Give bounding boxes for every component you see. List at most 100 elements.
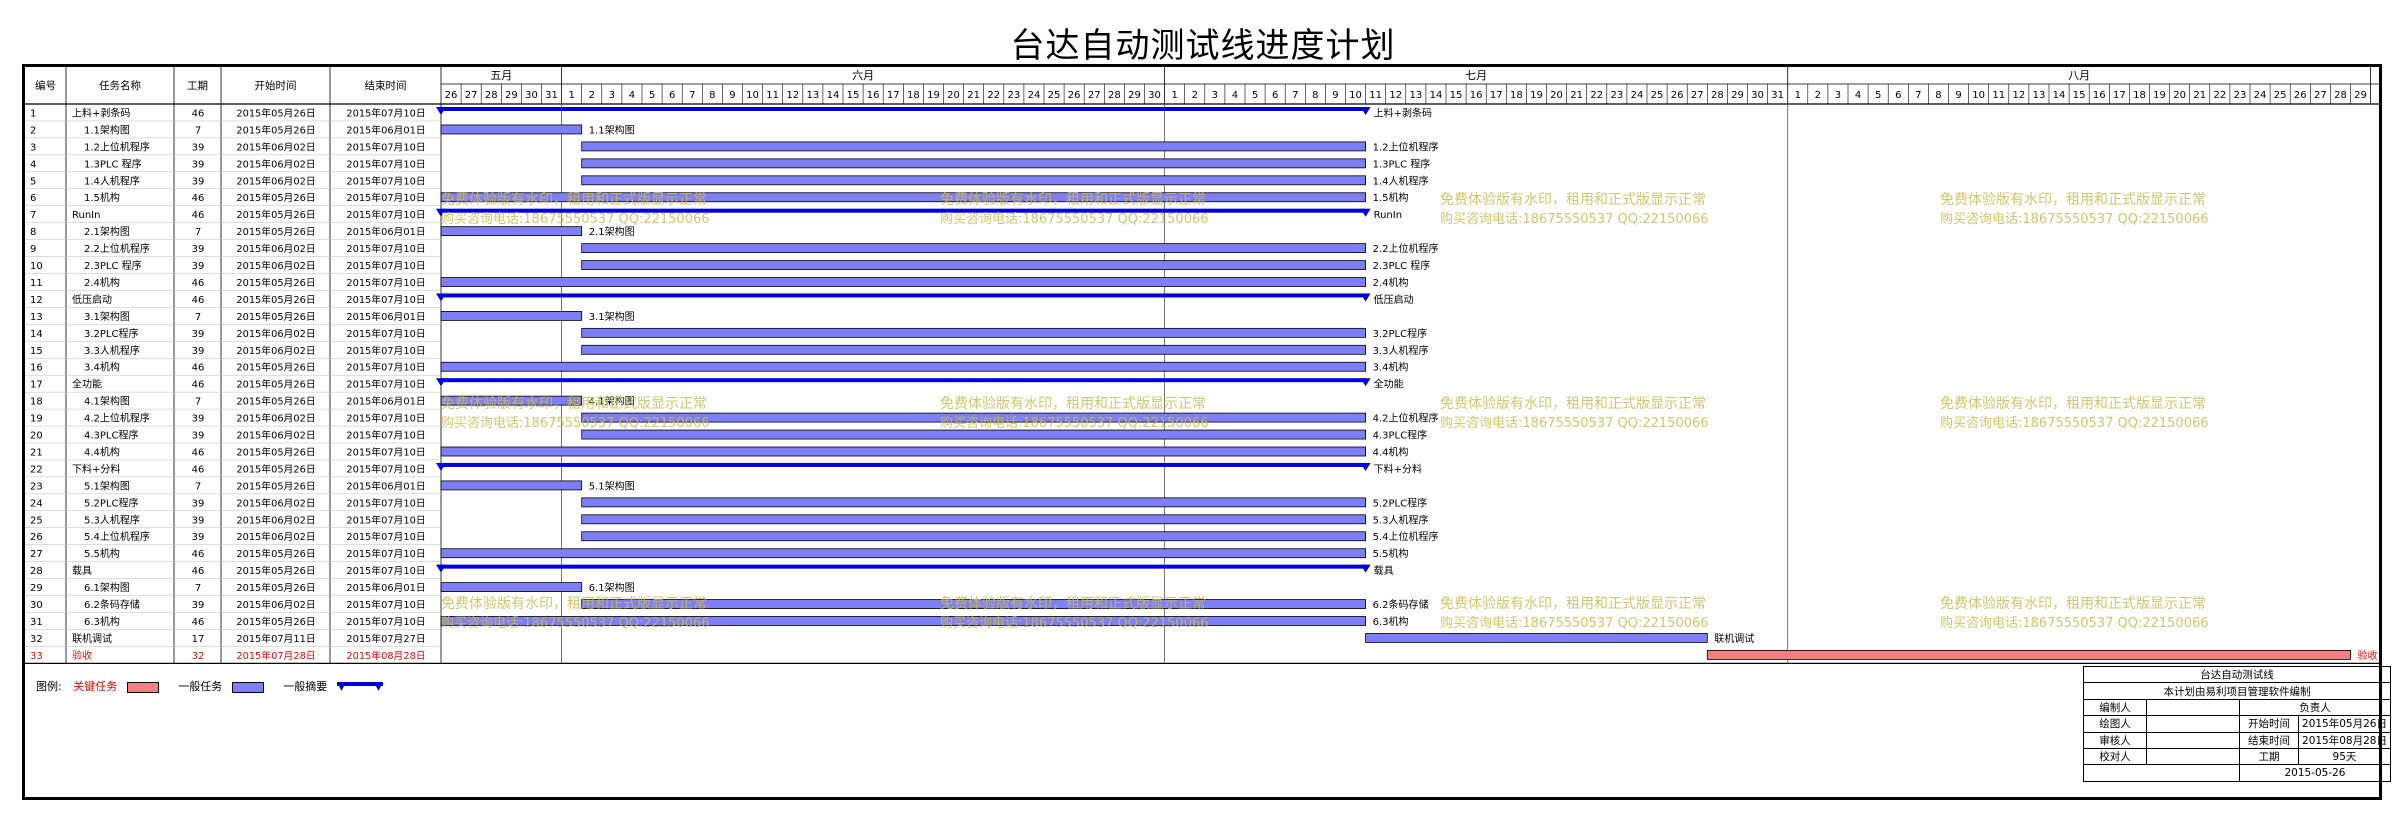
task-bar xyxy=(581,344,1367,355)
watermark-text: 购买咨询电话:18675550537 QQ:22150066 xyxy=(1440,415,1709,431)
legend-summary-label: 一般摘要 xyxy=(283,680,328,693)
task-bar xyxy=(440,277,1366,287)
bar-label: 3.3人机程序 xyxy=(1373,344,1429,357)
task-duration: 46 xyxy=(192,617,205,628)
day-label: 14 xyxy=(1430,90,1443,101)
task-bar xyxy=(581,327,1367,338)
task-start: 2015年05月26日 xyxy=(236,208,315,221)
task-bar xyxy=(581,497,1367,508)
task-bar xyxy=(1365,633,1708,643)
day-label: 21 xyxy=(1570,90,1583,101)
task-start: 2015年05月26日 xyxy=(236,462,315,475)
day-label: 16 xyxy=(867,90,880,101)
task-name: 4.4机构 xyxy=(84,445,120,458)
watermark-text: 免费体验版有水印，租用和正式版显示正常 xyxy=(940,596,1206,612)
watermark-text: 免费体验版有水印，租用和正式版显示正常 xyxy=(1940,192,2206,208)
task-duration: 39 xyxy=(192,532,205,543)
task-name: 3.1架构图 xyxy=(84,310,130,323)
column-header-start: 开始时间 xyxy=(255,79,297,92)
task-number: 16 xyxy=(30,363,43,374)
watermark-text: 免费体验版有水印，租用和正式版显示正常 xyxy=(1940,396,2206,412)
legend-prefix: 图例: xyxy=(36,680,62,693)
day-label: 15 xyxy=(847,90,860,101)
day-label: 27 xyxy=(1088,90,1101,101)
day-label: 10 xyxy=(746,90,759,101)
watermark-text: 购买咨询电话:18675550537 QQ:22150066 xyxy=(1940,211,2209,227)
day-label: 17 xyxy=(2113,90,2126,101)
task-end: 2015年06月01日 xyxy=(346,479,425,492)
task-name: 1.2上位机程序 xyxy=(84,140,150,153)
day-label: 27 xyxy=(1691,90,1704,101)
day-label: 16 xyxy=(1470,90,1483,101)
day-label: 23 xyxy=(1007,90,1020,101)
task-duration: 17 xyxy=(192,634,205,645)
task-end: 2015年07月10日 xyxy=(346,564,425,577)
task-end: 2015年08月28日 xyxy=(346,649,425,662)
task-name: RunIn xyxy=(72,210,100,221)
day-label: 8 xyxy=(1312,90,1318,101)
task-duration: 46 xyxy=(192,295,205,306)
task-duration: 7 xyxy=(195,312,201,323)
task-number: 2 xyxy=(30,125,36,136)
task-duration: 7 xyxy=(195,397,201,408)
task-number: 18 xyxy=(30,397,43,408)
task-end: 2015年07月10日 xyxy=(346,496,425,509)
bar-label: 联机调试 xyxy=(1714,632,1754,645)
task-name: 5.4上位机程序 xyxy=(84,530,150,543)
task-duration: 39 xyxy=(192,176,205,187)
bar-label: 3.1架构图 xyxy=(589,310,635,323)
day-label: 27 xyxy=(2314,90,2327,101)
task-bar xyxy=(581,514,1367,525)
day-label: 2 xyxy=(1192,90,1198,101)
info-editor-value xyxy=(2146,698,2240,717)
day-label: 11 xyxy=(1992,90,2005,101)
day-label: 13 xyxy=(2033,90,2046,101)
day-label: 5 xyxy=(649,90,655,101)
task-name: 2.3PLC 程序 xyxy=(84,259,142,272)
day-label: 3 xyxy=(609,90,615,101)
summary-bar xyxy=(441,378,1366,383)
task-name: 4.1架构图 xyxy=(84,395,130,408)
bar-label: 6.1架构图 xyxy=(589,581,635,594)
task-duration: 39 xyxy=(192,142,205,153)
watermark-text: 免费体验版有水印，租用和正式版显示正常 xyxy=(1940,596,2206,612)
watermark-text: 免费体验版有水印，租用和正式版显示正常 xyxy=(940,396,1206,412)
day-label: 14 xyxy=(2053,90,2066,101)
task-end: 2015年07月10日 xyxy=(346,412,425,425)
day-label: 29 xyxy=(505,90,518,101)
day-label: 27 xyxy=(465,90,478,101)
day-label: 18 xyxy=(2133,90,2146,101)
task-bar xyxy=(581,175,1367,186)
column-header-dur: 工期 xyxy=(187,80,208,92)
day-label: 15 xyxy=(1450,90,1463,101)
day-label: 30 xyxy=(1751,90,1764,101)
task-start: 2015年06月02日 xyxy=(236,496,315,509)
task-start: 2015年06月02日 xyxy=(236,327,315,340)
month-label: 七月 xyxy=(1465,69,1487,82)
task-duration: 39 xyxy=(192,431,205,442)
day-label: 10 xyxy=(1972,90,1985,101)
bar-label: 下料+分料 xyxy=(1374,462,1422,475)
task-duration: 7 xyxy=(195,481,201,492)
task-number: 12 xyxy=(30,295,43,306)
day-label: 17 xyxy=(1490,90,1503,101)
task-number: 24 xyxy=(30,498,43,509)
watermark-text: 购买咨询电话:18675550537 QQ:22150066 xyxy=(1940,415,2209,431)
task-end: 2015年07月10日 xyxy=(346,530,425,543)
task-number: 32 xyxy=(30,634,43,645)
task-name: 5.5机构 xyxy=(84,547,120,560)
day-label: 14 xyxy=(827,90,840,101)
task-number: 13 xyxy=(30,312,43,323)
bar-label: 4.4机构 xyxy=(1373,445,1409,458)
info-checker-value xyxy=(2146,747,2240,766)
task-bar xyxy=(440,582,583,592)
task-duration: 39 xyxy=(192,600,205,611)
task-end: 2015年07月10日 xyxy=(346,259,425,272)
task-end: 2015年07月10日 xyxy=(346,344,425,357)
bar-label: RunIn xyxy=(1374,210,1402,221)
day-label: 16 xyxy=(2093,90,2106,101)
task-name: 6.3机构 xyxy=(84,615,120,628)
watermark-text: 免费体验版有水印，租用和正式版显示正常 xyxy=(441,192,707,208)
task-end: 2015年07月10日 xyxy=(346,445,425,458)
task-duration: 39 xyxy=(192,414,205,425)
